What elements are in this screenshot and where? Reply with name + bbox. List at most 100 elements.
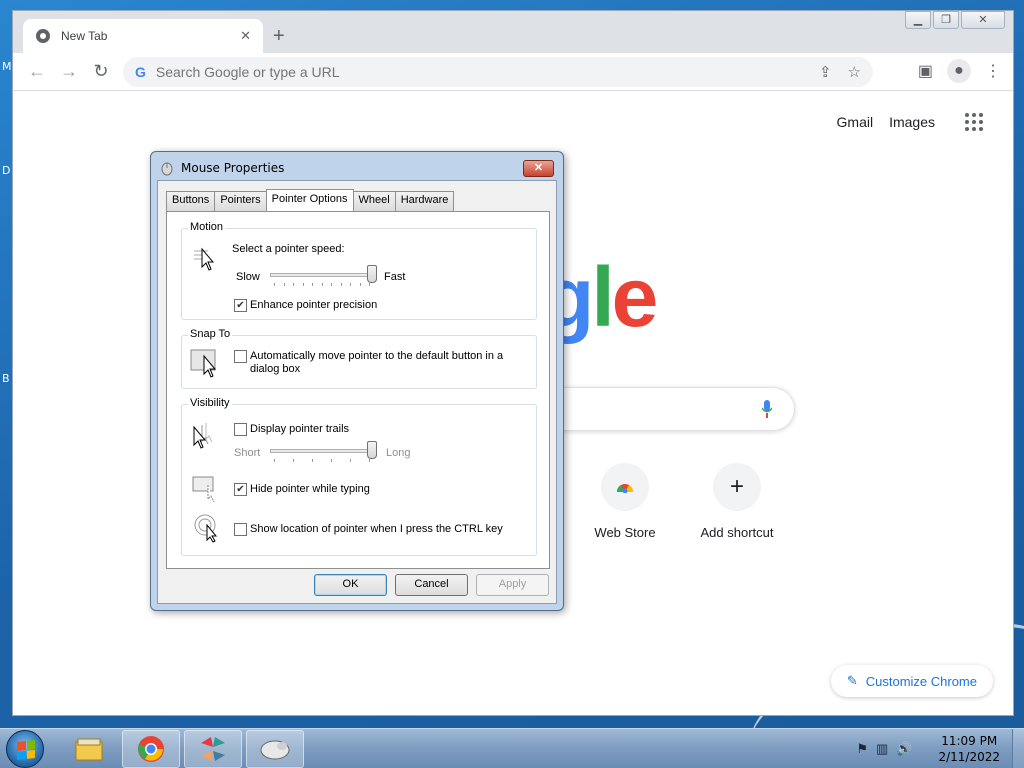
bookmark-star-icon[interactable]: ☆	[848, 63, 861, 81]
dialog-title: Mouse Properties	[181, 161, 285, 175]
system-tray: ⚑ ▥ 🔊 11:09 PM 2/11/2022	[856, 729, 1024, 768]
snap-to-label-line1: Automatically move pointer to the defaul…	[250, 350, 504, 362]
cancel-button[interactable]: Cancel	[395, 574, 468, 596]
pointer-trails-checkbox[interactable]	[234, 423, 247, 436]
desktop-icon-label[interactable]: D	[2, 164, 10, 177]
tab-strip: New Tab ✕ + ▁ ❐ ✕	[13, 11, 1013, 53]
plus-icon: +	[713, 463, 761, 511]
tab-hardware[interactable]: Hardware	[394, 191, 455, 211]
pointer-trails-slider	[270, 449, 374, 453]
desktop-icon-label[interactable]: M	[2, 60, 12, 73]
menu-kebab-icon[interactable]: ⋮	[985, 61, 1001, 81]
google-g-icon: G	[135, 64, 146, 80]
share-icon[interactable]: ⇪	[819, 63, 832, 81]
visibility-group: Visibility Display pointer trails Short …	[181, 397, 537, 556]
dialog-close-button[interactable]: ✕	[523, 160, 554, 177]
windows-explorer-icon	[75, 738, 103, 761]
forward-icon[interactable]: →	[53, 61, 85, 82]
pointer-trails-label: Display pointer trails	[250, 423, 350, 435]
clock-time: 11:09 PM	[941, 734, 998, 748]
minimize-button[interactable]: ▁	[905, 11, 931, 29]
tab-pointer-options[interactable]: Pointer Options	[265, 189, 354, 211]
customize-label: Customize Chrome	[865, 673, 977, 689]
pointer-options-panel: Motion Select a pointer speed: Slow Fast…	[166, 211, 550, 569]
taskbar-app[interactable]	[184, 730, 242, 768]
snap-to-group: Snap To Automatically move pointer to th…	[181, 328, 537, 389]
toolbar-right: ▣ ● ⋮	[918, 59, 1001, 83]
motion-legend: Motion	[188, 221, 226, 233]
pointer-trails-thumb	[366, 441, 377, 459]
shortcut-web-store[interactable]: Web Store	[575, 463, 675, 540]
enhance-precision-checkbox[interactable]: ✔	[234, 299, 247, 312]
reload-icon[interactable]: ↻	[85, 61, 117, 82]
pointer-speed-ticks	[274, 283, 370, 287]
dialog-body: Buttons Pointers Pointer Options Wheel H…	[157, 180, 557, 604]
google-apps-icon[interactable]	[965, 113, 983, 131]
images-link[interactable]: Images	[889, 114, 935, 130]
ctrl-locate-label: Show location of pointer when I press th…	[250, 523, 503, 535]
shortcut-label: Web Store	[594, 525, 656, 540]
trails-long-label: Long	[386, 447, 411, 459]
clock-date: 2/11/2022	[938, 750, 1000, 764]
start-button[interactable]	[6, 730, 44, 768]
browser-toolbar: ← → ↻ G ⇪ ☆ ▣ ● ⋮	[13, 53, 1013, 91]
pointer-trails-icon	[193, 423, 213, 449]
pointer-speed-slider[interactable]	[270, 273, 374, 277]
taskbar-chrome[interactable]	[122, 730, 180, 768]
omnibox[interactable]: G ⇪ ☆	[123, 57, 873, 87]
fast-label: Fast	[384, 271, 406, 283]
side-panel-icon[interactable]: ▣	[918, 61, 933, 81]
hide-pointer-label: Hide pointer while typing	[250, 483, 370, 495]
microphone-icon[interactable]	[762, 400, 772, 418]
snap-to-legend: Snap To	[188, 328, 233, 340]
tab-new-tab[interactable]: New Tab ✕	[23, 19, 263, 53]
tab-wheel[interactable]: Wheel	[352, 191, 396, 211]
shortcut-add[interactable]: + Add shortcut	[687, 463, 787, 540]
snap-to-checkbox[interactable]	[234, 350, 247, 363]
pencil-icon: ✎	[846, 673, 858, 688]
chrome-favicon-icon	[36, 29, 50, 43]
show-desktop-button[interactable]	[1012, 729, 1024, 768]
chrome-web-store-icon	[601, 463, 649, 511]
desktop-icon-label[interactable]: B	[2, 372, 10, 385]
clock[interactable]: 11:09 PM 2/11/2022	[938, 733, 1000, 765]
restore-button[interactable]: ❐	[933, 11, 959, 29]
slow-label: Slow	[236, 271, 260, 283]
pointer-trails-ticks	[274, 459, 370, 463]
trails-short-label: Short	[234, 447, 261, 459]
omnibox-input[interactable]	[155, 64, 803, 80]
pointer-speed-thumb[interactable]	[366, 265, 377, 283]
action-center-flag-icon[interactable]: ⚑	[856, 741, 868, 757]
taskbar-explorer[interactable]	[60, 730, 118, 768]
tab-close-icon[interactable]: ✕	[240, 28, 251, 44]
ctrl-locate-checkbox[interactable]	[234, 523, 247, 536]
dialog-tabs: Buttons Pointers Pointer Options Wheel H…	[166, 189, 455, 211]
gmail-link[interactable]: Gmail	[837, 114, 874, 130]
customize-chrome-button[interactable]: ✎ Customize Chrome	[830, 665, 993, 697]
tab-title: New Tab	[61, 29, 108, 43]
volume-icon[interactable]: 🔊	[896, 741, 912, 757]
tab-pointers[interactable]: Pointers	[214, 191, 267, 211]
pointer-speed-icon	[194, 247, 215, 271]
motion-group: Motion Select a pointer speed: Slow Fast…	[181, 221, 537, 320]
new-tab-button[interactable]: +	[273, 25, 285, 47]
apply-button: Apply	[476, 574, 549, 596]
back-icon[interactable]: ←	[21, 61, 53, 82]
ok-button[interactable]: OK	[314, 574, 387, 596]
hide-pointer-icon	[192, 476, 215, 503]
tab-buttons[interactable]: Buttons	[166, 191, 216, 211]
mouse-properties-dialog: Mouse Properties ✕ Buttons Pointers Poin…	[150, 151, 564, 611]
windows-flag-icon	[17, 740, 35, 760]
taskbar-mouse[interactable]	[246, 730, 304, 768]
close-window-button[interactable]: ✕	[961, 11, 1005, 29]
snap-to-label-line2: dialog box	[250, 363, 301, 375]
top-links: Gmail Images	[837, 113, 983, 131]
network-icon[interactable]: ▥	[876, 741, 888, 757]
window-controls: ▁ ❐ ✕	[905, 11, 1005, 29]
hide-pointer-checkbox[interactable]: ✔	[234, 483, 247, 496]
snap-to-icon	[190, 349, 217, 378]
taskbar: ⚑ ▥ 🔊 11:09 PM 2/11/2022	[0, 728, 1024, 768]
ctrl-locate-icon	[194, 514, 218, 543]
pointer-speed-prompt: Select a pointer speed:	[232, 243, 345, 255]
profile-avatar-icon[interactable]: ●	[947, 59, 971, 83]
